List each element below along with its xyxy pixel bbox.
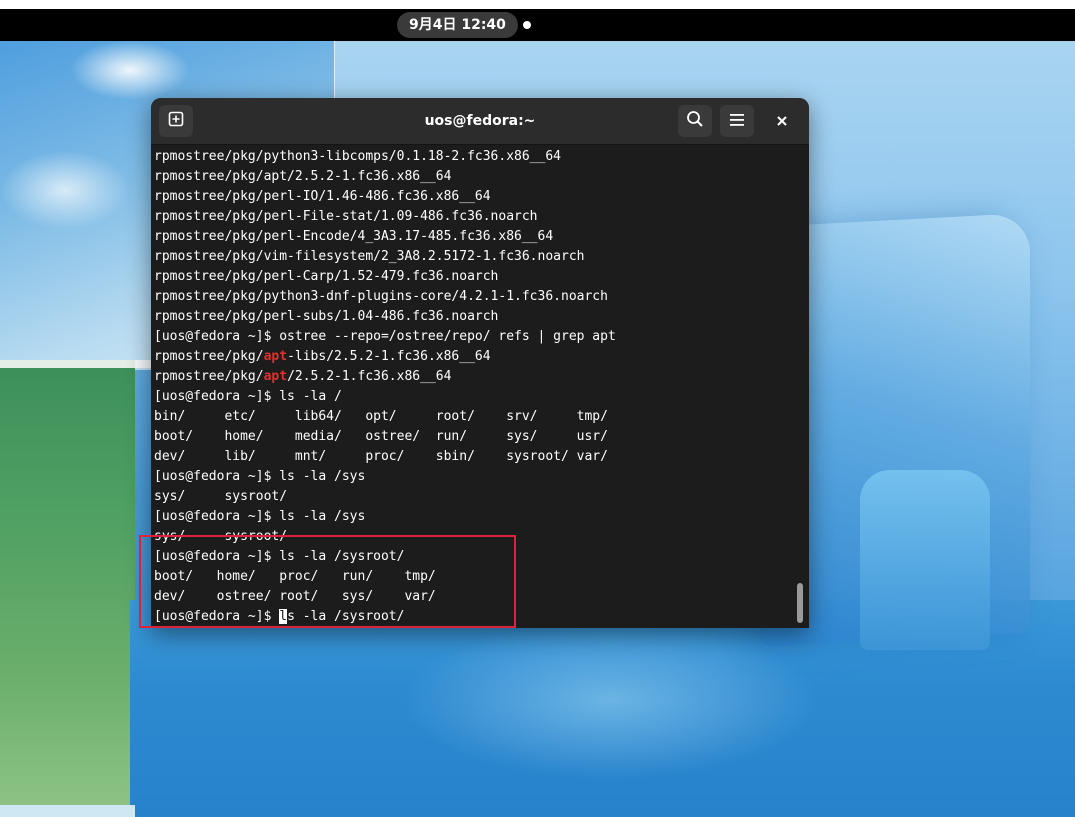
- wallpaper-water-highlight: [400, 620, 820, 780]
- notification-dot-icon: [523, 21, 531, 29]
- terminal-line: [uos@fedora ~]$ ls -la /: [154, 389, 342, 404]
- terminal-line-suffix: -libs/2.5.2-1.fc36.x86__64: [287, 349, 491, 364]
- top-bar: 9月4日 12:40: [0, 9, 1075, 41]
- terminal-line: rpmostree/pkg/perl-File-stat/1.09-486.fc…: [154, 209, 538, 224]
- new-tab-button[interactable]: [159, 105, 193, 137]
- wallpaper-bottom-strip: [0, 805, 135, 817]
- terminal-line: rpmostree/pkg/apt-libs/2.5.2-1.fc36.x86_…: [154, 347, 616, 367]
- terminal-line: [uos@fedora ~]$ ls -la /sys: [154, 469, 366, 484]
- close-icon: [776, 112, 788, 131]
- scrollbar-thumb[interactable]: [797, 583, 803, 623]
- grep-match-highlight: apt: [263, 349, 288, 364]
- close-window-button[interactable]: [768, 107, 796, 135]
- hamburger-menu-icon: [729, 112, 745, 131]
- annotation-highlight-box: [139, 535, 516, 628]
- terminal-line: rpmostree/pkg/vim-filesystem/2_3A8.2.517…: [154, 249, 585, 264]
- terminal-line: rpmostree/pkg/perl-Carp/1.52-479.fc36.no…: [154, 269, 499, 284]
- wallpaper-green-panel: [0, 360, 135, 805]
- terminal-line-suffix: /2.5.2-1.fc36.x86__64: [287, 369, 452, 384]
- terminal-line: rpmostree/pkg/python3-dnf-plugins-core/4…: [154, 289, 608, 304]
- wallpaper-glass-inner: [860, 470, 990, 650]
- clock-button[interactable]: 9月4日 12:40: [397, 12, 518, 38]
- terminal-line-prefix: rpmostree/pkg/: [154, 349, 264, 364]
- terminal-line: boot/ home/ media/ ostree/ run/ sys/ usr…: [154, 429, 608, 444]
- terminal-line-prefix: rpmostree/pkg/: [154, 369, 264, 384]
- search-icon: [686, 110, 704, 132]
- terminal-line: rpmostree/pkg/perl-Encode/4_3A3.17-485.f…: [154, 229, 554, 244]
- terminal-line: [uos@fedora ~]$ ostree --repo=/ostree/re…: [154, 329, 616, 344]
- search-button[interactable]: [678, 105, 712, 137]
- grep-match-highlight: apt: [263, 369, 288, 384]
- terminal-line: rpmostree/pkg/perl-subs/1.04-486.fc36.no…: [154, 309, 499, 324]
- wallpaper-cloud: [0, 150, 130, 230]
- screen-top-margin: [0, 0, 1075, 9]
- scrollbar[interactable]: [793, 145, 807, 628]
- window-headerbar[interactable]: uos@fedora:~: [151, 98, 809, 145]
- terminal-line: dev/ lib/ mnt/ proc/ sbin/ sysroot/ var/: [154, 449, 608, 464]
- terminal-line: rpmostree/pkg/apt/2.5.2-1.fc36.x86__64: [154, 367, 616, 387]
- wallpaper-green-edge: [0, 360, 160, 368]
- window-title: uos@fedora:~: [424, 113, 536, 129]
- terminal-line: sys/ sysroot/: [154, 489, 288, 504]
- terminal-line: rpmostree/pkg/python3-libcomps/0.1.18-2.…: [154, 149, 561, 164]
- terminal-line: rpmostree/pkg/apt/2.5.2-1.fc36.x86__64: [154, 169, 452, 184]
- wallpaper-cloud: [70, 40, 190, 100]
- terminal-line: rpmostree/pkg/perl-IO/1.46-486.fc36.x86_…: [154, 189, 491, 204]
- new-tab-icon: [168, 111, 184, 131]
- main-menu-button[interactable]: [720, 105, 754, 137]
- terminal-line: [uos@fedora ~]$ ls -la /sys: [154, 509, 366, 524]
- terminal-line: bin/ etc/ lib64/ opt/ root/ srv/ tmp/: [154, 409, 608, 424]
